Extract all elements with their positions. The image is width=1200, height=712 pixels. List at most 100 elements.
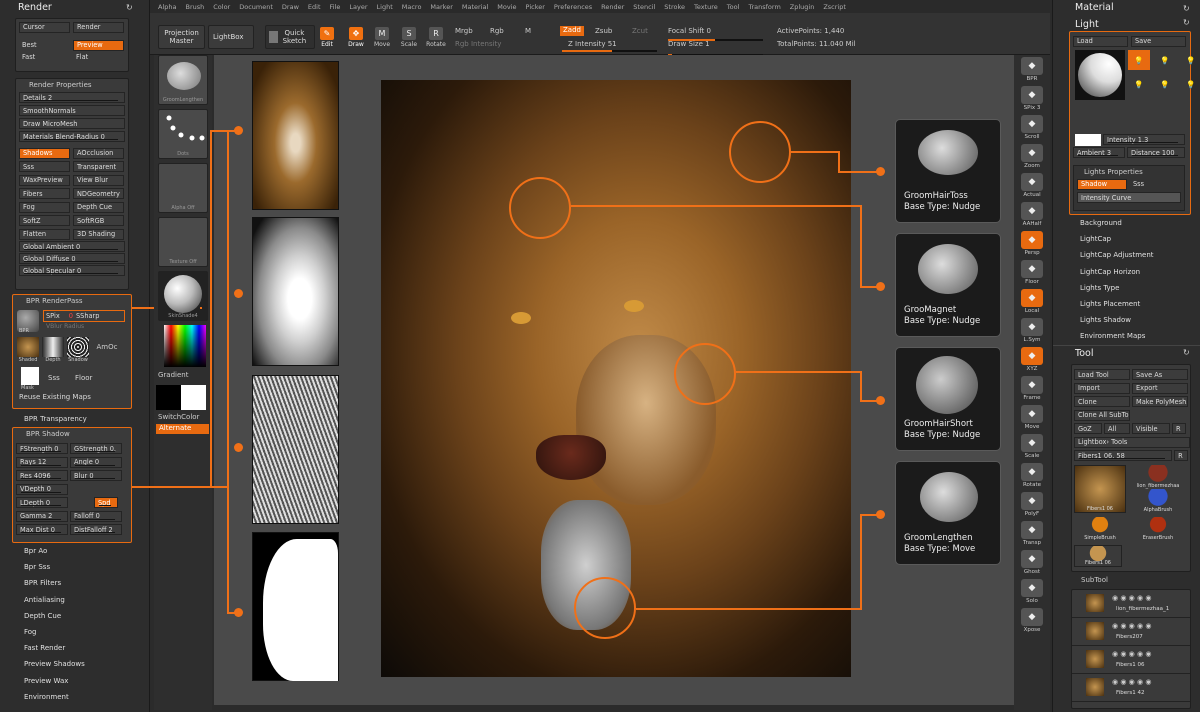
menu-tool[interactable]: Tool <box>727 3 740 11</box>
refresh-icon[interactable]: ↻ <box>126 3 133 12</box>
fog-toggle[interactable]: Fog <box>19 201 70 213</box>
bulb-icon[interactable]: 💡 <box>1154 50 1176 70</box>
shelf-xyz-button[interactable]: ◆ XYZ <box>1019 347 1045 373</box>
tool-clone-all-subtools-button[interactable]: Clone All SubTools <box>1074 409 1130 421</box>
shadow-rays-slider[interactable]: Rays 12 <box>16 456 68 468</box>
shelf-rotate-button[interactable]: ◆ Rotate <box>1019 463 1045 489</box>
bulb-icon[interactable]: 💡 <box>1180 50 1200 70</box>
menu-texture[interactable]: Texture <box>694 3 718 11</box>
best-button[interactable]: Best <box>19 40 70 51</box>
tool-clone-button[interactable]: Clone <box>1074 396 1130 407</box>
flatten-toggle[interactable]: Flatten <box>19 228 70 240</box>
shelf-spix-3-button[interactable]: ◆ SPix 3 <box>1019 86 1045 112</box>
tool-r-button[interactable]: R <box>1172 423 1186 434</box>
menu-preferences[interactable]: Preferences <box>554 3 592 11</box>
shelf-transp-button[interactable]: ◆ Transp <box>1019 521 1045 547</box>
subtool-visibility-icon[interactable]: ◉ ◉ ◉ ◉ ◉ <box>1112 622 1151 630</box>
tool-thumb-alphabrush[interactable]: AlphaBrush <box>1132 488 1184 513</box>
texture-thumb[interactable]: Texture Off <box>158 217 208 267</box>
bulb-icon[interactable]: 💡 <box>1128 50 1150 70</box>
render-section-bpr-sss[interactable]: Bpr Sss <box>0 559 150 575</box>
shelf-solo-button[interactable]: ◆ Solo <box>1019 579 1045 605</box>
menu-macro[interactable]: Macro <box>402 3 422 11</box>
shelf-scroll-button[interactable]: ◆ Scroll <box>1019 115 1045 141</box>
light-save-button[interactable]: Save <box>1131 35 1186 47</box>
menu-alpha[interactable]: Alpha <box>158 3 176 11</box>
secondary-color-swatch[interactable] <box>156 385 181 410</box>
tool-thumb-fibers-small[interactable]: Fibers1 06 <box>1074 544 1122 567</box>
light-color-swatch[interactable] <box>1075 134 1101 146</box>
shadow-res-slider[interactable]: Res 4096 <box>16 470 68 481</box>
bulb-icon[interactable]: 💡 <box>1180 74 1200 94</box>
z-intensity-slider[interactable]: Z Intensity 51 <box>568 40 617 48</box>
lightbox-tools-button[interactable]: Lightbox› Tools <box>1074 436 1190 448</box>
amoc-pass[interactable]: AmOc <box>92 337 122 367</box>
details-slider[interactable]: Details 2 <box>19 92 125 103</box>
global-ambient-slider[interactable]: Global Ambient 0 <box>19 241 125 252</box>
menu-movie[interactable]: Movie <box>497 3 516 11</box>
subtool-item[interactable]: ◉ ◉ ◉ ◉ ◉ lion_fibermezhaa_1 <box>1072 590 1190 618</box>
document-canvas[interactable]: GroomHairToss Base Type: Nudge GrooMagnet… <box>214 55 1014 705</box>
subtool-visibility-icon[interactable]: ◉ ◉ ◉ ◉ ◉ <box>1112 650 1151 658</box>
light-item-lightcap[interactable]: LightCap <box>1053 231 1200 247</box>
light-distance-slider[interactable]: Distance 100 <box>1127 147 1185 158</box>
draw-micromesh-button[interactable]: Draw MicroMesh <box>19 118 125 129</box>
tool-palette-title[interactable]: Tool <box>1053 346 1200 360</box>
projection-master-button[interactable]: Projection Master <box>158 25 205 49</box>
menu-material[interactable]: Material <box>462 3 488 11</box>
render-section-fast-render[interactable]: Fast Render <box>0 640 150 656</box>
edit-button[interactable]: ✎ Edit <box>317 27 337 49</box>
alternate-button[interactable]: Alternate <box>156 424 209 434</box>
render-section-preview-shadows[interactable]: Preview Shadows <box>0 656 150 672</box>
menu-layer[interactable]: Layer <box>349 3 367 11</box>
aocclusion-toggle[interactable]: AOcclusion <box>73 147 124 159</box>
move-button[interactable]: M Move <box>372 27 392 49</box>
shelf-scale-button[interactable]: ◆ Scale <box>1019 434 1045 460</box>
color-picker[interactable] <box>164 325 206 367</box>
menu-document[interactable]: Document <box>239 3 273 11</box>
menu-brush[interactable]: Brush <box>185 3 204 11</box>
switchcolor-button[interactable]: SwitchColor <box>158 413 212 421</box>
shadow-falloff-slider[interactable]: Falloff 0 <box>70 510 122 522</box>
subtool-title[interactable]: SubTool <box>1071 576 1191 588</box>
shelf-local-button[interactable]: ◆ Local <box>1019 289 1045 315</box>
draw-size-slider[interactable]: Draw Size 1 <box>668 40 710 48</box>
menu-light[interactable]: Light <box>377 3 393 11</box>
light-item-lightcap-adjustment[interactable]: LightCap Adjustment <box>1053 247 1200 263</box>
shelf-persp-button[interactable]: ◆ Persp <box>1019 231 1045 257</box>
tool-import-button[interactable]: Import <box>1074 382 1130 394</box>
intensity-curve-button[interactable]: Intensity Curve <box>1077 192 1181 203</box>
brush-thumb-groomlengthen[interactable]: GroomLengthen <box>158 55 208 105</box>
shadow-gamma-slider[interactable]: Gamma 2 <box>16 510 68 522</box>
menu-stroke[interactable]: Stroke <box>664 3 685 11</box>
bulb-icon[interactable]: 💡 <box>1154 74 1176 94</box>
softrgb-toggle[interactable]: SoftRGB <box>73 215 124 226</box>
light-preview[interactable] <box>1075 50 1125 100</box>
tool-goz-button[interactable]: GoZ <box>1074 423 1102 434</box>
sss-toggle[interactable]: Sss <box>1130 179 1180 190</box>
shelf-ghost-button[interactable]: ◆ Ghost <box>1019 550 1045 576</box>
light-item-lights-placement[interactable]: Lights Placement <box>1053 296 1200 312</box>
subtool-item[interactable]: ◉ ◉ ◉ ◉ ◉ Fibers1 06 <box>1072 646 1190 674</box>
shelf-aahalf-button[interactable]: ◆ AAHalf <box>1019 202 1045 228</box>
menu-picker[interactable]: Picker <box>526 3 545 11</box>
sss-toggle[interactable]: Sss <box>19 161 70 172</box>
render-section-depth-cue[interactable]: Depth Cue <box>0 608 150 624</box>
tool-load-tool-button[interactable]: Load Tool <box>1074 369 1130 380</box>
shadow-gstrength-slider[interactable]: GStrength 0. <box>70 443 122 454</box>
light-item-environment-maps[interactable]: Environment Maps <box>1053 328 1200 344</box>
m-button[interactable]: M <box>525 27 531 35</box>
menu-stencil[interactable]: Stencil <box>633 3 655 11</box>
rgb-intensity-slider[interactable]: Rgb Intensity <box>455 40 501 48</box>
material-thumb[interactable]: SkinShade4 <box>158 271 208 321</box>
light-intensity-slider[interactable]: Intensity 1.3 <box>1103 134 1185 145</box>
stroke-thumb-dots[interactable]: Dots <box>158 109 208 159</box>
alpha-thumb[interactable]: Alpha Off <box>158 163 208 213</box>
light-item-lightcap-horizon[interactable]: LightCap Horizon <box>1053 264 1200 280</box>
menu-render[interactable]: Render <box>601 3 624 11</box>
refresh-icon[interactable]: ↻ <box>1183 4 1190 13</box>
render-section-antialiasing[interactable]: Antialiasing <box>0 592 150 608</box>
rotate-button[interactable]: R Rotate <box>426 27 446 49</box>
render-section-bpr-ao[interactable]: Bpr Ao <box>0 543 150 559</box>
tool-all-button[interactable]: All <box>1104 423 1130 434</box>
